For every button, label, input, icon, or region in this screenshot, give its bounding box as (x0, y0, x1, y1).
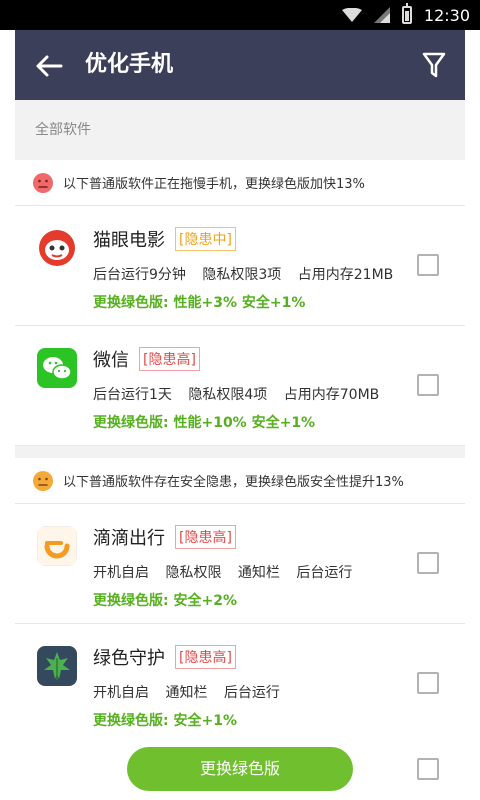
app-checkbox[interactable] (417, 374, 439, 396)
detail-item: 占用内存70MB (283, 387, 380, 403)
app-details: 后台运行9分钟 隐私权限3项 占用内存21MB (93, 264, 393, 284)
detail-item: 通知栏 (237, 565, 280, 581)
sad-face-icon (33, 172, 53, 193)
risk-badge: [隐患高] (175, 525, 236, 549)
app-row-green-guard[interactable]: 绿色守护 [隐患高] 开机自启 通知栏 后台运行 更换绿色版: 安全+1% (15, 624, 465, 744)
detail-item: 隐私权限4项 (188, 387, 268, 403)
app-name: 微信 [隐患高] (93, 346, 200, 373)
notice-text: 以下普通版软件正在拖慢手机，更换绿色版加快13% (63, 177, 365, 192)
security-notice: 以下普通版软件存在安全隐患，更换绿色版安全性提升13% (15, 458, 465, 504)
app-name: 滴滴出行 [隐患高] (93, 524, 236, 551)
replace-green-button[interactable]: 更换绿色版 (127, 747, 353, 791)
risk-badge: [隐患高] (175, 645, 236, 669)
detail-item: 后台运行 (223, 685, 280, 701)
green-guard-app-icon (37, 646, 77, 686)
didi-app-icon (37, 526, 77, 566)
status-time: 12:30 (423, 5, 470, 25)
risk-badge: [隐患中] (175, 227, 236, 251)
battery-icon (401, 3, 412, 24)
detail-item: 后台运行9分钟 (93, 267, 186, 283)
detail-item: 占用内存21MB (297, 267, 394, 283)
detail-item: 隐私权限3项 (202, 267, 282, 283)
app-checkbox[interactable] (417, 672, 439, 694)
app-name: 猫眼电影 [隐患中] (93, 226, 236, 253)
app-header: 优化手机 (15, 30, 465, 100)
bottom-action-bar: 更换绿色版 (15, 730, 465, 800)
select-all-checkbox[interactable] (417, 758, 439, 780)
detail-item: 后台运行1天 (93, 387, 172, 403)
benefit-text: 更换绿色版: 性能+3% 安全+1% (93, 295, 306, 311)
detail-item: 隐私权限 (165, 565, 222, 581)
app-name: 绿色守护 [隐患高] (93, 644, 236, 671)
benefit-text: 更换绿色版: 安全+1% (93, 713, 237, 729)
app-details: 后台运行1天 隐私权限4项 占用内存70MB (93, 384, 379, 404)
wechat-app-icon (37, 348, 77, 388)
detail-item: 开机自启 (93, 565, 149, 581)
app-details: 开机自启 通知栏 后台运行 (93, 682, 280, 702)
category-label: 全部软件 (35, 122, 91, 138)
app-row-maoyan[interactable]: 猫眼电影 [隐患中] 后台运行9分钟 隐私权限3项 占用内存21MB 更换绿色版:… (15, 206, 465, 326)
section-divider (15, 446, 465, 458)
app-details: 开机自启 隐私权限 通知栏 后台运行 (93, 562, 352, 582)
back-arrow-icon[interactable] (33, 50, 65, 82)
slowdown-notice: 以下普通版软件正在拖慢手机，更换绿色版加快13% (15, 160, 465, 206)
app-checkbox[interactable] (417, 552, 439, 574)
benefit-text: 更换绿色版: 性能+10% 安全+1% (93, 415, 316, 431)
status-icons: 12:30 (341, 0, 470, 30)
detail-item: 开机自启 (93, 685, 149, 701)
app-row-wechat[interactable]: 微信 [隐患高] 后台运行1天 隐私权限4项 占用内存70MB 更换绿色版: 性能… (15, 326, 465, 446)
risk-badge: [隐患高] (139, 347, 200, 371)
signal-icon (373, 7, 390, 23)
status-bar: 12:30 (0, 0, 480, 30)
neutral-face-icon (33, 470, 53, 491)
benefit-text: 更换绿色版: 安全+2% (93, 593, 237, 609)
notice-text: 以下普通版软件存在安全隐患，更换绿色版安全性提升13% (63, 475, 404, 490)
maoyan-app-icon (37, 228, 77, 268)
app-screen: 优化手机 全部软件 以下普通版软件正在拖慢手机，更换绿色版加快13% 猫眼电影[… (15, 30, 465, 800)
filter-icon[interactable] (421, 50, 447, 80)
detail-item: 后台运行 (296, 565, 353, 581)
app-checkbox[interactable] (417, 254, 439, 276)
app-row-didi[interactable]: 滴滴出行 [隐患高] 开机自启 隐私权限 通知栏 后台运行 更换绿色版: 安全+2… (15, 504, 465, 624)
detail-item: 通知栏 (165, 685, 208, 701)
wifi-icon (341, 8, 362, 22)
page-title: 优化手机 (85, 52, 174, 77)
